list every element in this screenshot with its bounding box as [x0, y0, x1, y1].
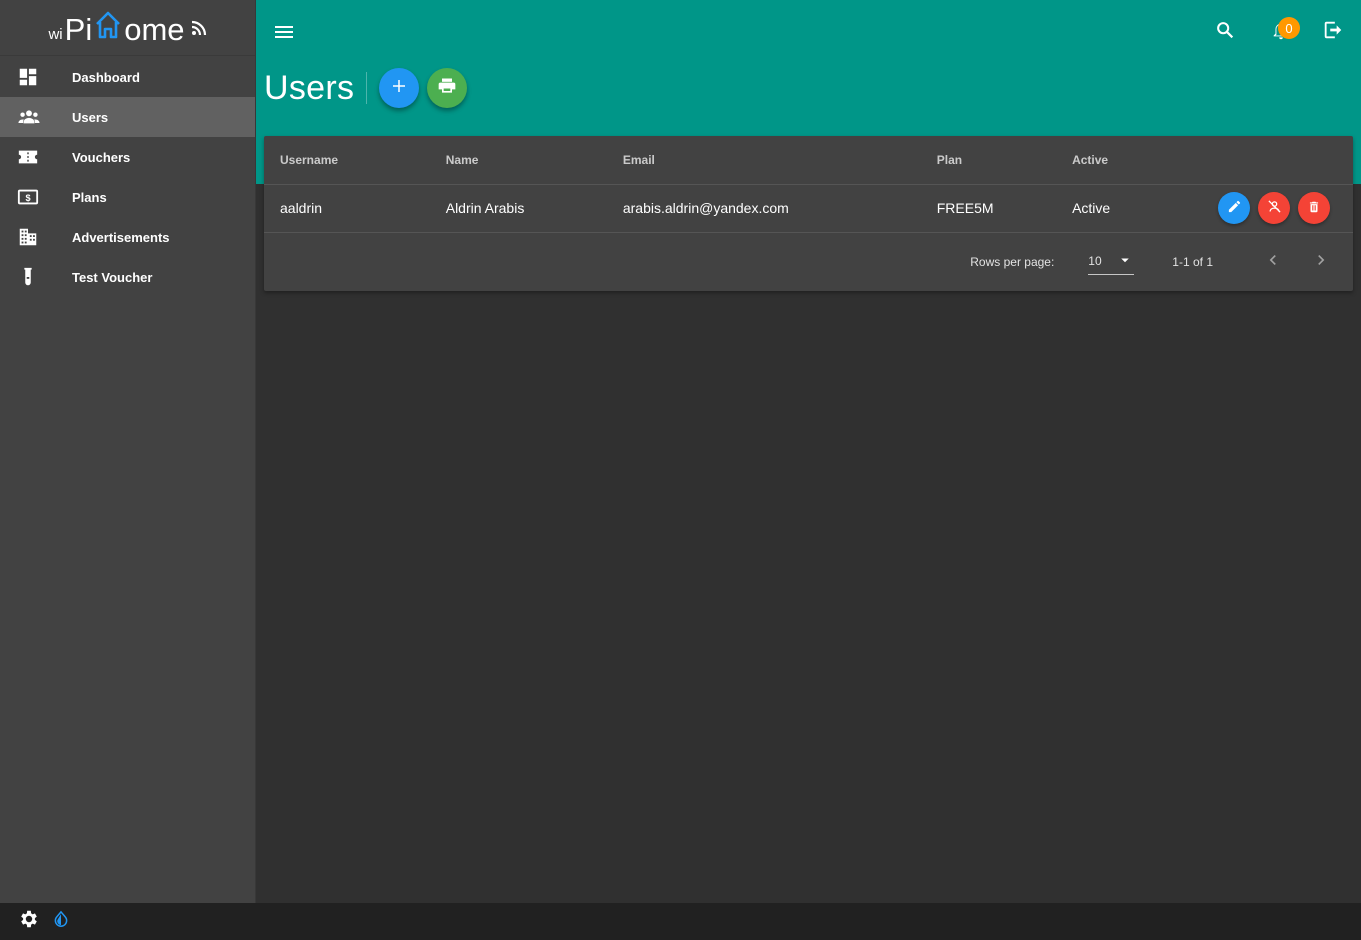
- cell-plan: FREE5M: [936, 184, 1073, 233]
- test-tube-icon: [0, 266, 56, 288]
- logo-part2: ome: [124, 12, 185, 47]
- sidebar-nav: Dashboard Users Vouchers $ Plans Adverti…: [0, 57, 255, 297]
- building-icon: [0, 226, 56, 248]
- search-icon: [1214, 19, 1236, 46]
- sidebar-item-test-voucher[interactable]: Test Voucher: [0, 257, 255, 297]
- sidebar-item-label: Advertisements: [72, 229, 170, 245]
- print-button[interactable]: [427, 68, 468, 108]
- title-divider: [366, 72, 368, 104]
- footer-bar: [0, 903, 1361, 940]
- table-pagination: Rows per page: 10 1-1 of 1: [264, 233, 1353, 291]
- rows-per-page-select[interactable]: 10: [1088, 249, 1135, 275]
- pagination-range: 1-1 of 1: [1172, 254, 1213, 269]
- invert-colors-icon: [52, 909, 70, 934]
- settings-button[interactable]: [18, 908, 40, 935]
- sidebar-item-users[interactable]: Users: [0, 97, 255, 137]
- rss-icon: [191, 20, 207, 41]
- edit-button[interactable]: [1218, 192, 1250, 224]
- sidebar-item-dashboard[interactable]: Dashboard: [0, 57, 255, 97]
- sidebar: wi Pi ome Dashboard Users Vouchers $ Pla…: [0, 0, 256, 903]
- logo-part1: Pi: [64, 12, 93, 47]
- deactivate-user-button[interactable]: [1258, 192, 1290, 224]
- menu-icon[interactable]: [272, 20, 296, 44]
- sidebar-item-vouchers[interactable]: Vouchers: [0, 137, 255, 177]
- sidebar-item-label: Test Voucher: [72, 269, 153, 285]
- delete-button[interactable]: [1298, 192, 1330, 224]
- top-toolbar: 0: [256, 0, 1361, 64]
- sidebar-item-advertisements[interactable]: Advertisements: [0, 217, 255, 257]
- add-user-button[interactable]: [379, 68, 420, 108]
- column-header-active[interactable]: Active: [1072, 136, 1210, 185]
- column-header-plan[interactable]: Plan: [936, 136, 1073, 185]
- theme-toggle-button[interactable]: [52, 909, 70, 934]
- voucher-icon: [0, 146, 56, 168]
- rows-per-page-value: 10: [1088, 254, 1102, 268]
- rows-per-page-label: Rows per page:: [970, 254, 1055, 269]
- gear-icon: [18, 908, 40, 935]
- cell-active: Active: [1072, 184, 1210, 233]
- cell-username: aaldrin: [264, 184, 446, 233]
- logout-button[interactable]: [1309, 8, 1357, 56]
- pencil-icon: [1227, 199, 1242, 217]
- sidebar-item-label: Dashboard: [72, 69, 140, 85]
- plus-icon: [390, 77, 408, 100]
- chevron-right-icon: [1311, 250, 1331, 273]
- page-header: Users: [264, 64, 475, 112]
- logout-icon: [1322, 19, 1344, 46]
- app-logo[interactable]: wi Pi ome: [0, 0, 255, 56]
- column-header-email[interactable]: Email: [622, 136, 937, 185]
- notification-badge: 0: [1278, 17, 1300, 39]
- users-table-card: Username Name Email Plan Active aaldrin …: [264, 136, 1353, 291]
- user-off-icon: [1267, 199, 1282, 217]
- toolbar-actions: 0: [1201, 0, 1361, 64]
- column-header-name[interactable]: Name: [445, 136, 623, 185]
- trash-icon: [1307, 200, 1321, 217]
- sidebar-item-label: Plans: [72, 189, 107, 205]
- cell-email: arabis.aldrin@yandex.com: [622, 184, 937, 233]
- printer-icon: [437, 76, 457, 101]
- users-icon: [0, 106, 56, 128]
- home-icon: [94, 10, 122, 45]
- search-button[interactable]: [1201, 8, 1249, 56]
- caret-down-icon: [1116, 251, 1134, 272]
- previous-page-button[interactable]: [1249, 242, 1297, 282]
- cell-name: Aldrin Arabis: [445, 184, 623, 233]
- cell-actions: [1210, 184, 1353, 233]
- users-table: Username Name Email Plan Active aaldrin …: [264, 136, 1353, 233]
- column-header-username[interactable]: Username: [264, 136, 446, 185]
- logo-prefix: wi: [48, 26, 63, 43]
- sidebar-item-label: Users: [72, 109, 109, 125]
- table-header-row: Username Name Email Plan Active: [264, 136, 1353, 185]
- next-page-button[interactable]: [1297, 242, 1345, 282]
- row-actions: [1210, 192, 1353, 224]
- table-row: aaldrin Aldrin Arabis arabis.aldrin@yand…: [264, 184, 1353, 233]
- dashboard-icon: [0, 66, 56, 88]
- sidebar-item-plans[interactable]: $ Plans: [0, 177, 255, 217]
- money-icon: $: [0, 186, 56, 208]
- svg-text:$: $: [25, 193, 30, 203]
- chevron-left-icon: [1263, 250, 1283, 273]
- notifications-button[interactable]: 0: [1257, 8, 1305, 56]
- sidebar-item-label: Vouchers: [72, 149, 131, 165]
- page-title: Users: [264, 68, 355, 107]
- column-header-actions: [1210, 136, 1353, 185]
